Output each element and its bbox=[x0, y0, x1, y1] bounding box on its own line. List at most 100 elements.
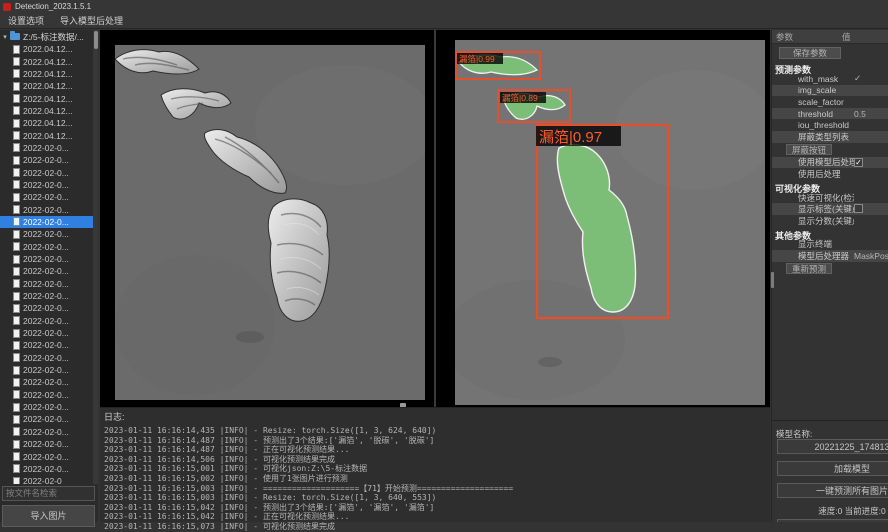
tree-scrollbar-thumb[interactable] bbox=[94, 31, 98, 49]
file-icon bbox=[13, 217, 20, 226]
tree-item[interactable]: 2022-02-0... bbox=[0, 413, 93, 425]
tree-item-label: 2022-02-0... bbox=[23, 291, 69, 301]
tree-item[interactable]: 2022-02-0... bbox=[0, 302, 93, 314]
import-images-button[interactable]: 导入图片 bbox=[2, 505, 95, 527]
tree-item[interactable]: 2022-02-0... bbox=[0, 450, 93, 462]
param-label: 使用模型后处理 bbox=[772, 156, 854, 168]
tree-item[interactable]: 2022-02-0... bbox=[0, 241, 93, 253]
file-icon bbox=[13, 304, 20, 313]
log-line: 2023-01-11 16:16:14,487 |INFO| - 预测出了3个结… bbox=[104, 436, 770, 446]
tree-item[interactable]: 2022-02-0... bbox=[0, 438, 93, 450]
param-row[interactable]: threshold0.5 bbox=[772, 108, 888, 120]
search-input[interactable]: 按文件名检索 bbox=[2, 486, 95, 501]
predict-all-button[interactable]: 一键预测所有图片 bbox=[777, 483, 888, 498]
file-icon bbox=[13, 168, 20, 177]
tree-item[interactable]: 2022.04.12... bbox=[0, 55, 93, 67]
tree-item[interactable]: 2022-02-0... bbox=[0, 278, 93, 290]
prediction-image[interactable]: 漏箔|0.99 漏箔|0.89 漏箔|0.97 bbox=[455, 40, 765, 405]
tree-item[interactable]: 2022.04.12... bbox=[0, 80, 93, 92]
param-row[interactable]: 显示分数(关键点) bbox=[772, 215, 888, 227]
tree-item[interactable]: 2022-02-0... bbox=[0, 327, 93, 339]
param-row[interactable]: scale_factor bbox=[772, 96, 888, 108]
param-action-button[interactable]: 重新预测 bbox=[786, 263, 832, 274]
param-row[interactable]: 显示标签(关键点) bbox=[772, 203, 888, 215]
menu-bar: 设置选项 导入模型后处理 bbox=[0, 13, 888, 29]
param-group-title: 其他参数 bbox=[772, 227, 888, 239]
param-value: MaskPostPro bbox=[854, 251, 888, 261]
tree-item[interactable]: 2022.04.12... bbox=[0, 129, 93, 141]
file-icon bbox=[13, 378, 20, 387]
checkbox-unchecked[interactable] bbox=[854, 204, 863, 213]
param-row[interactable]: 屏蔽类型列表 bbox=[772, 131, 888, 143]
tree-item[interactable]: 2022.04.12... bbox=[0, 105, 93, 117]
tree-item[interactable]: 2022-02-0... bbox=[0, 364, 93, 376]
tree-item[interactable]: 2022-02-0... bbox=[0, 191, 93, 203]
tree-item[interactable]: 2022-02-0... bbox=[0, 401, 93, 413]
tree-item[interactable]: 2022-02-0 bbox=[0, 475, 93, 484]
app-icon bbox=[3, 3, 11, 11]
tree-scrollbar[interactable] bbox=[93, 30, 98, 484]
param-label: 显示标签(关键点) bbox=[772, 203, 854, 215]
tree-item[interactable]: 2022-02-0... bbox=[0, 352, 93, 364]
raw-image[interactable] bbox=[115, 45, 425, 400]
tree-item[interactable]: 2022-02-0... bbox=[0, 142, 93, 154]
tree-item-label: 2022-02-0... bbox=[23, 303, 69, 313]
checkbox-checked[interactable]: ✓ bbox=[854, 158, 863, 167]
tree-item-label: 2022-02-0... bbox=[23, 353, 69, 363]
tree-item[interactable]: 2022.04.12... bbox=[0, 43, 93, 55]
tree-root-folder[interactable]: ▾ Z:/5-标注数据/... bbox=[0, 30, 93, 43]
param-action-button[interactable]: 屏蔽按钮 bbox=[786, 144, 832, 155]
file-icon bbox=[13, 403, 20, 412]
param-row[interactable]: 使用模型后处理✓ bbox=[772, 157, 888, 169]
log-panel[interactable]: 日志: 2023-01-11 16:16:14,435 |INFO| - Res… bbox=[100, 407, 770, 522]
tree-item[interactable]: 2022-02-0... bbox=[0, 154, 93, 166]
tree-item[interactable]: 2022.04.12... bbox=[0, 117, 93, 129]
param-label: scale_factor bbox=[772, 97, 854, 107]
menu-settings[interactable]: 设置选项 bbox=[0, 13, 52, 29]
param-row[interactable]: 使用后处理 bbox=[772, 168, 888, 180]
tree-item[interactable]: 2022-02-0... bbox=[0, 339, 93, 351]
param-label: iou_threshold bbox=[772, 120, 854, 130]
tree-item[interactable]: 2022-02-0... bbox=[0, 179, 93, 191]
tree-item[interactable]: 2022.04.12... bbox=[0, 68, 93, 80]
tree-item-label: 2022-02-0... bbox=[23, 266, 69, 276]
tree-item[interactable]: 2022-02-0... bbox=[0, 265, 93, 277]
file-sidebar: ▾ Z:/5-标注数据/... 2022.04.12...2022.04.12.… bbox=[0, 30, 98, 522]
param-row[interactable]: with_mask✓ bbox=[772, 73, 888, 85]
parameter-panel: 参数 值 保存参数 预测参数with_mask✓img_scalescale_f… bbox=[771, 30, 888, 420]
param-value bbox=[854, 204, 888, 215]
save-params-button[interactable]: 保存参数 bbox=[779, 47, 841, 59]
tree-item[interactable]: 2022-02-0... bbox=[0, 426, 93, 438]
tree-item[interactable]: 2022-02-0... bbox=[0, 253, 93, 265]
tree-item[interactable]: 2022-02-0... bbox=[0, 290, 93, 302]
param-row[interactable]: 模型后处理器MaskPostPro bbox=[772, 250, 888, 262]
menu-import-postprocess[interactable]: 导入模型后处理 bbox=[52, 13, 131, 29]
file-icon bbox=[13, 119, 20, 128]
tree-item[interactable]: 2022-02-0... bbox=[0, 203, 93, 215]
tree-item-label: 2022-02-0... bbox=[23, 205, 69, 215]
tree-item[interactable]: 2022-02-0... bbox=[0, 376, 93, 388]
load-model-button[interactable]: 加载模型 bbox=[777, 461, 888, 476]
tree-item[interactable]: 2022-02-0... bbox=[0, 228, 93, 240]
file-icon bbox=[13, 45, 20, 54]
param-row[interactable]: 显示终端 bbox=[772, 239, 888, 251]
file-icon bbox=[13, 341, 20, 350]
tree-item-selected[interactable]: 2022-02-0... bbox=[0, 216, 93, 228]
tree-item[interactable]: 2022-02-0... bbox=[0, 166, 93, 178]
param-label: 屏蔽类型列表 bbox=[772, 131, 854, 143]
log-line: 2023-01-11 16:16:15,042 |INFO| - 预测出了3个结… bbox=[104, 503, 770, 513]
file-icon bbox=[13, 69, 20, 78]
log-line: 2023-01-11 16:16:15,042 |INFO| - 正在可视化预测… bbox=[104, 512, 770, 522]
file-tree: ▾ Z:/5-标注数据/... 2022.04.12...2022.04.12.… bbox=[0, 30, 93, 484]
param-row[interactable]: iou_threshold bbox=[772, 119, 888, 131]
tree-item[interactable]: 2022.04.12... bbox=[0, 92, 93, 104]
model-select-combo[interactable]: 20221225_174813 bbox=[777, 439, 888, 454]
tree-item-label: 2022-02-0 bbox=[23, 476, 62, 484]
params-scrollbar-thumb[interactable] bbox=[771, 272, 774, 288]
param-row[interactable]: img_scale bbox=[772, 85, 888, 97]
tree-item[interactable]: 2022-02-0... bbox=[0, 315, 93, 327]
tree-item[interactable]: 2022-02-0... bbox=[0, 463, 93, 475]
param-row[interactable]: 快速可视化(检测) bbox=[772, 192, 888, 204]
tree-item[interactable]: 2022-02-0... bbox=[0, 389, 93, 401]
file-icon bbox=[13, 390, 20, 399]
